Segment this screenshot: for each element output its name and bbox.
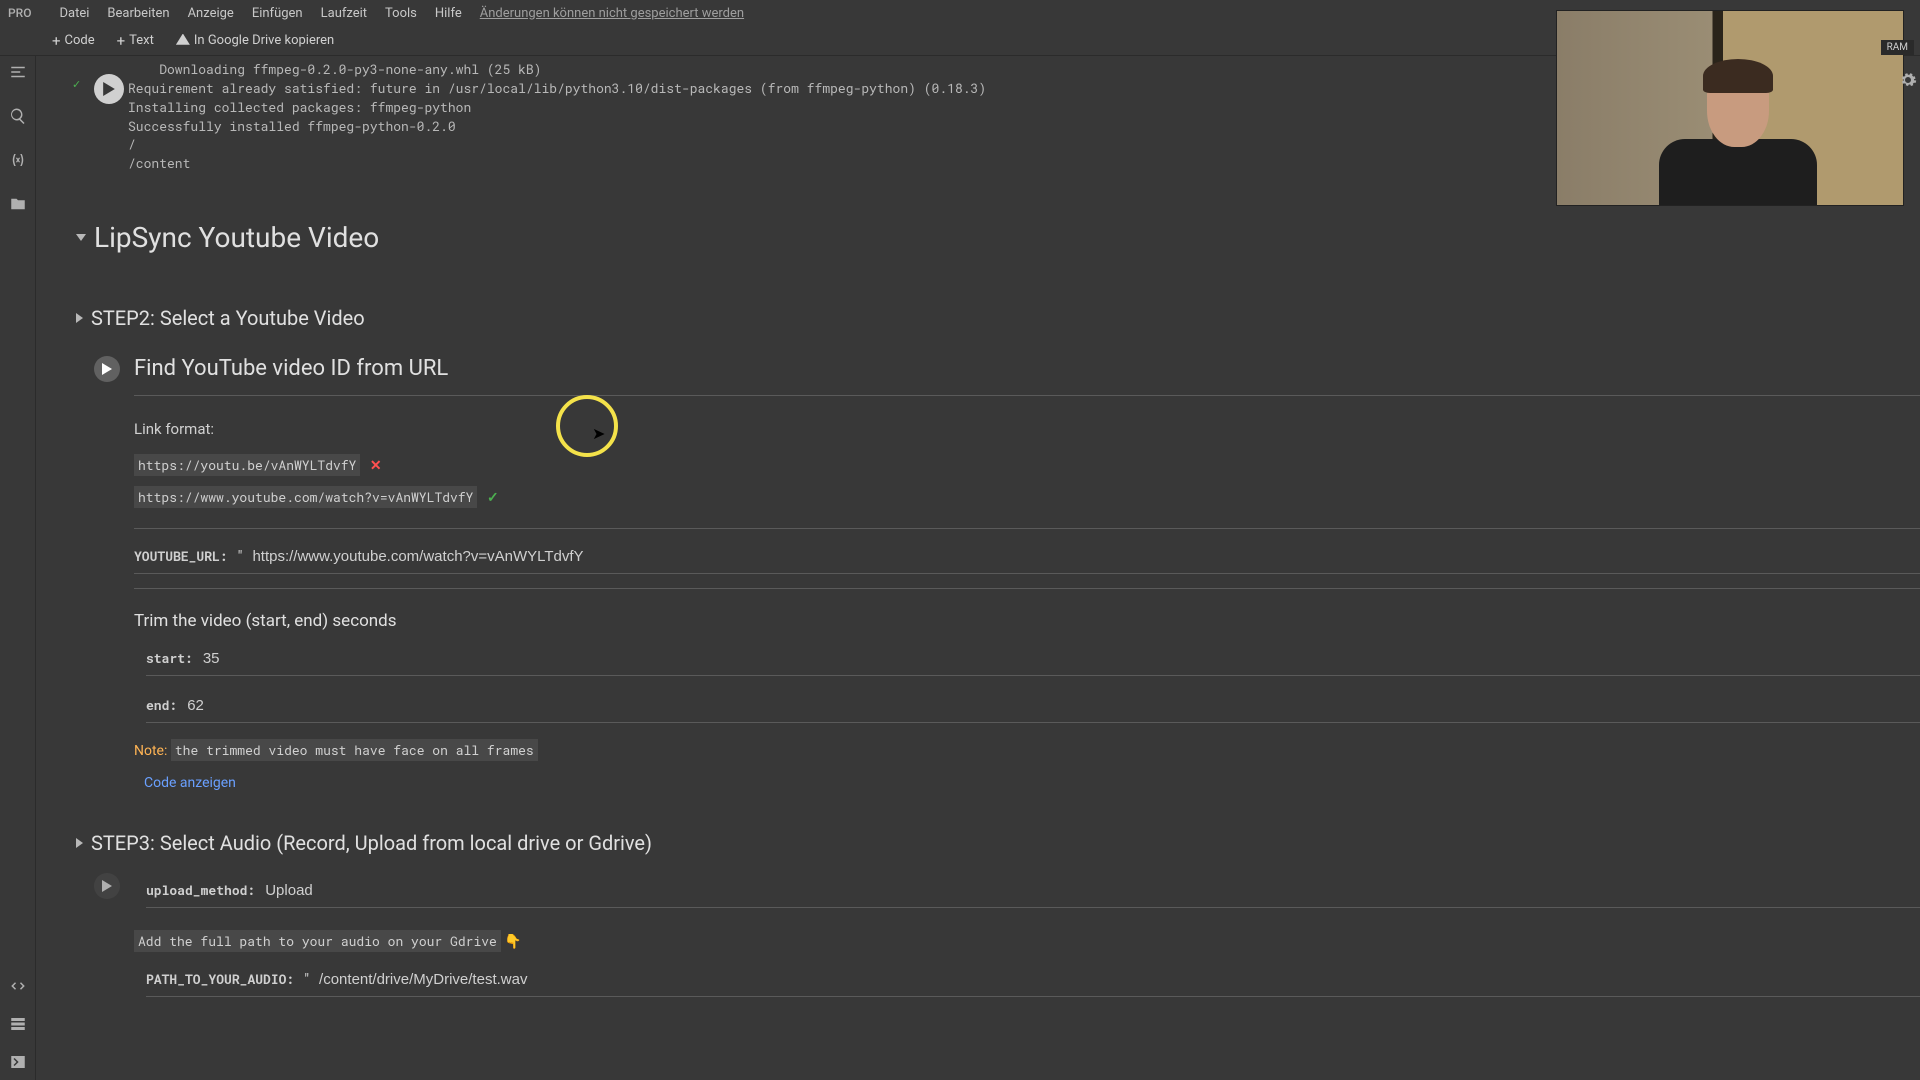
chevron-right-icon: [76, 313, 83, 323]
plus-icon: +: [117, 32, 126, 50]
run-cell-button[interactable]: [94, 873, 120, 899]
pro-badge: PRO: [8, 6, 31, 20]
menu-tools[interactable]: Tools: [385, 6, 417, 21]
add-text-button[interactable]: + Text: [109, 29, 162, 53]
upload-method-select[interactable]: [265, 882, 1920, 899]
param-label: PATH_TO_YOUR_AUDIO:: [146, 970, 294, 988]
param-path-to-audio: PATH_TO_YOUR_AUDIO: ": [146, 962, 1920, 997]
notebook-main: ✓ Downloading ffmpeg-0.2.0-py3-none-any.…: [36, 56, 1920, 1080]
form-cell-find-video: Find YouTube video ID from URL Link form…: [94, 356, 1920, 801]
menu-file[interactable]: Datei: [59, 6, 89, 21]
run-cell-button[interactable]: [94, 74, 124, 104]
show-code-link[interactable]: Code anzeigen: [134, 769, 1920, 801]
run-cell-button[interactable]: [94, 356, 120, 382]
link-example-bad: https://youtu.be/vAnWYLTdvfY ✕: [134, 456, 1920, 474]
x-icon: ✕: [370, 458, 382, 474]
section-header-step2[interactable]: STEP2: Select a Youtube Video: [76, 306, 1920, 330]
form-cell-audio: upload_method: Add the full path to your…: [94, 873, 1920, 997]
ram-badge[interactable]: RAM: [1881, 40, 1914, 55]
audio-path-hint: Add the full path to your audio on your …: [134, 908, 1920, 962]
menu-edit[interactable]: Bearbeiten: [107, 6, 169, 21]
quote-prefix: ": [304, 970, 309, 988]
files-icon[interactable]: [8, 194, 28, 214]
variables-icon[interactable]: [8, 150, 28, 170]
param-youtube-url: YOUTUBE_URL: ": [134, 529, 1920, 574]
chevron-down-icon: [76, 234, 86, 241]
left-rail: [0, 56, 36, 1080]
menu-help[interactable]: Hilfe: [435, 6, 462, 21]
copy-to-drive-label: In Google Drive kopieren: [194, 33, 334, 48]
toc-icon[interactable]: [8, 62, 28, 82]
save-notice[interactable]: Änderungen können nicht gespeichert werd…: [480, 6, 744, 21]
section-step3: STEP3: Select Audio (Record, Upload from…: [76, 801, 1920, 855]
param-upload-method: upload_method:: [146, 873, 1920, 908]
param-label: start:: [146, 649, 193, 667]
section-header-step3[interactable]: STEP3: Select Audio (Record, Upload from…: [76, 831, 1920, 855]
step3-title: STEP3: Select Audio (Record, Upload from…: [91, 831, 652, 855]
chevron-right-icon: [76, 838, 83, 848]
link-format-label: Link format:: [134, 396, 1920, 456]
trim-heading: Trim the video (start, end) seconds: [134, 589, 1920, 641]
param-label: upload_method:: [146, 881, 255, 899]
point-down-icon: 👇: [504, 934, 521, 950]
step2-title: STEP2: Select a Youtube Video: [91, 306, 365, 330]
end-input[interactable]: [187, 697, 1920, 714]
left-rail-bottom: [0, 976, 36, 1080]
terminal-icon[interactable]: [8, 1052, 28, 1072]
search-icon[interactable]: [8, 106, 28, 126]
right-toolbar: [1898, 70, 1918, 90]
add-text-label: Text: [129, 33, 154, 48]
plus-icon: +: [52, 32, 61, 50]
start-input[interactable]: [203, 650, 1920, 667]
note-row: Note: the trimmed video must have face o…: [134, 723, 1920, 769]
note-text: the trimmed video must have face on all …: [171, 739, 538, 761]
gear-icon[interactable]: [1898, 70, 1918, 90]
path-to-audio-input[interactable]: [319, 971, 1920, 988]
param-label: YOUTUBE_URL:: [134, 547, 228, 565]
section-header-lipsync[interactable]: LipSync Youtube Video: [76, 221, 1920, 260]
webcam-overlay: [1556, 10, 1904, 206]
cell-success-icon: ✓: [72, 78, 81, 91]
link-code-bad: https://youtu.be/vAnWYLTdvfY: [134, 454, 360, 476]
copy-to-drive-button[interactable]: In Google Drive kopieren: [168, 30, 342, 51]
note-label: Note:: [134, 743, 167, 759]
section-step2: STEP2: Select a Youtube Video: [76, 260, 1920, 330]
add-code-label: Code: [65, 33, 95, 48]
path-hint-text: Add the full path to your audio on your …: [134, 930, 501, 952]
drive-icon: [176, 34, 190, 48]
check-icon: ✓: [487, 490, 499, 506]
form-title: Find YouTube video ID from URL: [134, 356, 1920, 395]
command-palette-icon[interactable]: [8, 1014, 28, 1034]
param-start: start:: [146, 641, 1920, 676]
menu-insert[interactable]: Einfügen: [252, 6, 303, 21]
link-example-good: https://www.youtube.com/watch?v=vAnWYLTd…: [134, 488, 1920, 506]
menu-view[interactable]: Anzeige: [188, 6, 234, 21]
menu-runtime[interactable]: Laufzeit: [321, 6, 367, 21]
code-snippets-icon[interactable]: [8, 976, 28, 996]
add-code-button[interactable]: + Code: [44, 29, 103, 53]
link-code-good: https://www.youtube.com/watch?v=vAnWYLTd…: [134, 486, 477, 508]
quote-prefix: ": [238, 547, 243, 565]
param-end: end:: [146, 688, 1920, 723]
youtube-url-input[interactable]: [252, 548, 1920, 565]
section-title: LipSync Youtube Video: [94, 221, 379, 254]
param-label: end:: [146, 696, 177, 714]
